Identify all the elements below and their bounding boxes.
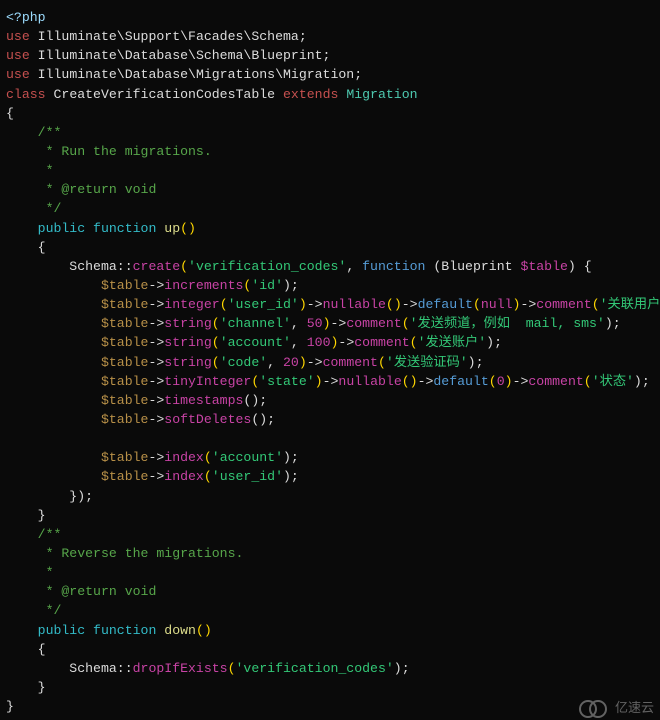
kw-use: use <box>6 29 30 44</box>
docblock: /** <box>6 527 61 542</box>
kw-public: public <box>6 221 85 236</box>
code-block: <?php use Illuminate\Support\Facades\Sch… <box>0 0 660 720</box>
kw-public: public <box>6 623 85 638</box>
php-open-tag: <?php <box>6 10 46 25</box>
kw-class: class <box>6 87 46 102</box>
num: 100 <box>307 335 331 350</box>
kw-use: use <box>6 48 30 63</box>
fn-dropifexists: dropIfExists <box>133 661 228 676</box>
watermark-text: 亿速云 <box>615 697 654 716</box>
kw-function: function <box>85 221 164 236</box>
var-table: $table <box>6 278 148 293</box>
fn-create: create <box>133 259 180 274</box>
var-table: $table <box>520 259 567 274</box>
kw-extends: extends <box>283 87 338 102</box>
kw-function: function <box>85 623 164 638</box>
cloud-logo-icon <box>579 698 609 716</box>
kw-use: use <box>6 67 30 82</box>
num: 50 <box>307 316 323 331</box>
docblock: /** <box>6 125 61 140</box>
str-table: 'verification_codes' <box>188 259 346 274</box>
num-zero: 0 <box>497 374 505 389</box>
num: 20 <box>283 355 299 370</box>
fn-up: up <box>164 221 180 236</box>
lit-null: null <box>481 297 513 312</box>
watermark: 亿速云 <box>579 697 654 716</box>
fn-down: down <box>164 623 196 638</box>
kw-function: function <box>362 259 433 274</box>
